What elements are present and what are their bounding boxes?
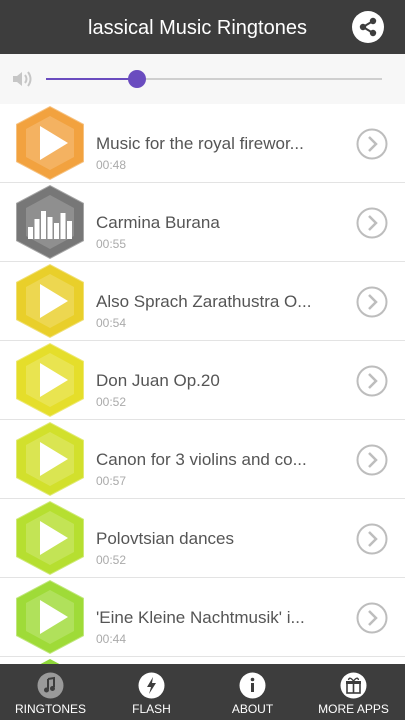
ringtone-list[interactable]: Music for the royal firewor... 00:48 Carmi… — [0, 104, 405, 664]
ringtone-duration: 00:44 — [96, 632, 127, 646]
chevron-right-icon[interactable] — [356, 128, 388, 160]
ringtone-thumbnail[interactable] — [10, 657, 90, 664]
share-icon — [359, 17, 377, 37]
speaker-icon[interactable] — [10, 67, 34, 91]
music-note-icon — [37, 672, 64, 699]
bottom-navigation: RINGTONES FLASH ABOUT MORE APPS — [0, 664, 405, 720]
ringtone-row[interactable]: Carmina Burana 00:55 — [0, 183, 405, 262]
ringtone-title: Carmina Burana — [96, 213, 220, 232]
ringtone-duration: 00:52 — [96, 553, 127, 567]
nav-label: MORE APPS — [318, 702, 389, 716]
nav-label: FLASH — [132, 702, 171, 716]
ringtone-thumbnail[interactable] — [10, 420, 90, 498]
ringtone-duration: 00:57 — [96, 474, 127, 488]
ringtone-title: Music for the royal firewor... — [96, 134, 304, 153]
ringtone-title: Canon for 3 violins and co... — [96, 450, 307, 469]
volume-slider-thumb[interactable] — [127, 70, 146, 88]
ringtone-thumbnail[interactable] — [10, 183, 90, 261]
ringtone-title: Polovtsian dances — [96, 529, 234, 548]
chevron-right-icon[interactable] — [356, 602, 388, 634]
ringtone-title: 'Eine Kleine Nachtmusik' i... — [96, 608, 305, 627]
ringtone-row[interactable]: Canon for 3 violins and co... 00:57 — [0, 420, 405, 499]
ringtone-duration: 00:52 — [96, 395, 127, 409]
ringtone-row[interactable]: Music for the royal firewor... 00:48 — [0, 104, 405, 183]
ringtone-row[interactable] — [0, 657, 405, 664]
share-button[interactable] — [352, 11, 384, 43]
chevron-right-icon[interactable] — [356, 365, 388, 397]
ringtone-duration: 00:55 — [96, 237, 127, 251]
nav-label: ABOUT — [231, 702, 274, 716]
ringtone-row[interactable]: Also Sprach Zarathustra O... 00:54 — [0, 262, 405, 341]
gift-icon — [340, 672, 367, 699]
volume-slider-fill — [46, 78, 137, 80]
app-title-container: lassical Music Ringtones — [0, 0, 340, 54]
ringtone-thumbnail[interactable] — [10, 341, 90, 419]
ringtone-duration: 00:54 — [96, 316, 127, 330]
nav-flash[interactable]: FLASH — [101, 664, 202, 720]
ringtone-row[interactable]: Don Juan Op.20 00:52 — [0, 341, 405, 420]
app-toolbar: lassical Music Ringtones — [0, 0, 405, 54]
ringtone-row[interactable]: 'Eine Kleine Nachtmusik' i... 00:44 — [0, 578, 405, 657]
nav-ringtones[interactable]: RINGTONES — [0, 664, 101, 720]
ringtone-title: Also Sprach Zarathustra O... — [96, 292, 312, 311]
ringtone-row[interactable]: Polovtsian dances 00:52 — [0, 499, 405, 578]
app-title: lassical Music Ringtones — [88, 17, 307, 39]
ringtone-thumbnail[interactable] — [10, 499, 90, 577]
info-icon — [239, 672, 266, 699]
flash-icon — [138, 672, 165, 699]
ringtone-thumbnail[interactable] — [10, 262, 90, 340]
ringtone-thumbnail[interactable] — [10, 104, 90, 182]
chevron-right-icon[interactable] — [356, 286, 388, 318]
volume-slider[interactable] — [46, 70, 382, 88]
nav-about[interactable]: ABOUT — [202, 664, 303, 720]
ringtone-duration: 00:48 — [96, 158, 127, 172]
ringtone-thumbnail[interactable] — [10, 578, 90, 656]
nav-label: RINGTONES — [14, 702, 87, 716]
nav-more-apps[interactable]: MORE APPS — [303, 664, 404, 720]
chevron-right-icon[interactable] — [356, 523, 388, 555]
chevron-right-icon[interactable] — [356, 207, 388, 239]
ringtone-title: Don Juan Op.20 — [96, 371, 220, 390]
chevron-right-icon[interactable] — [356, 444, 388, 476]
volume-bar — [0, 54, 405, 104]
